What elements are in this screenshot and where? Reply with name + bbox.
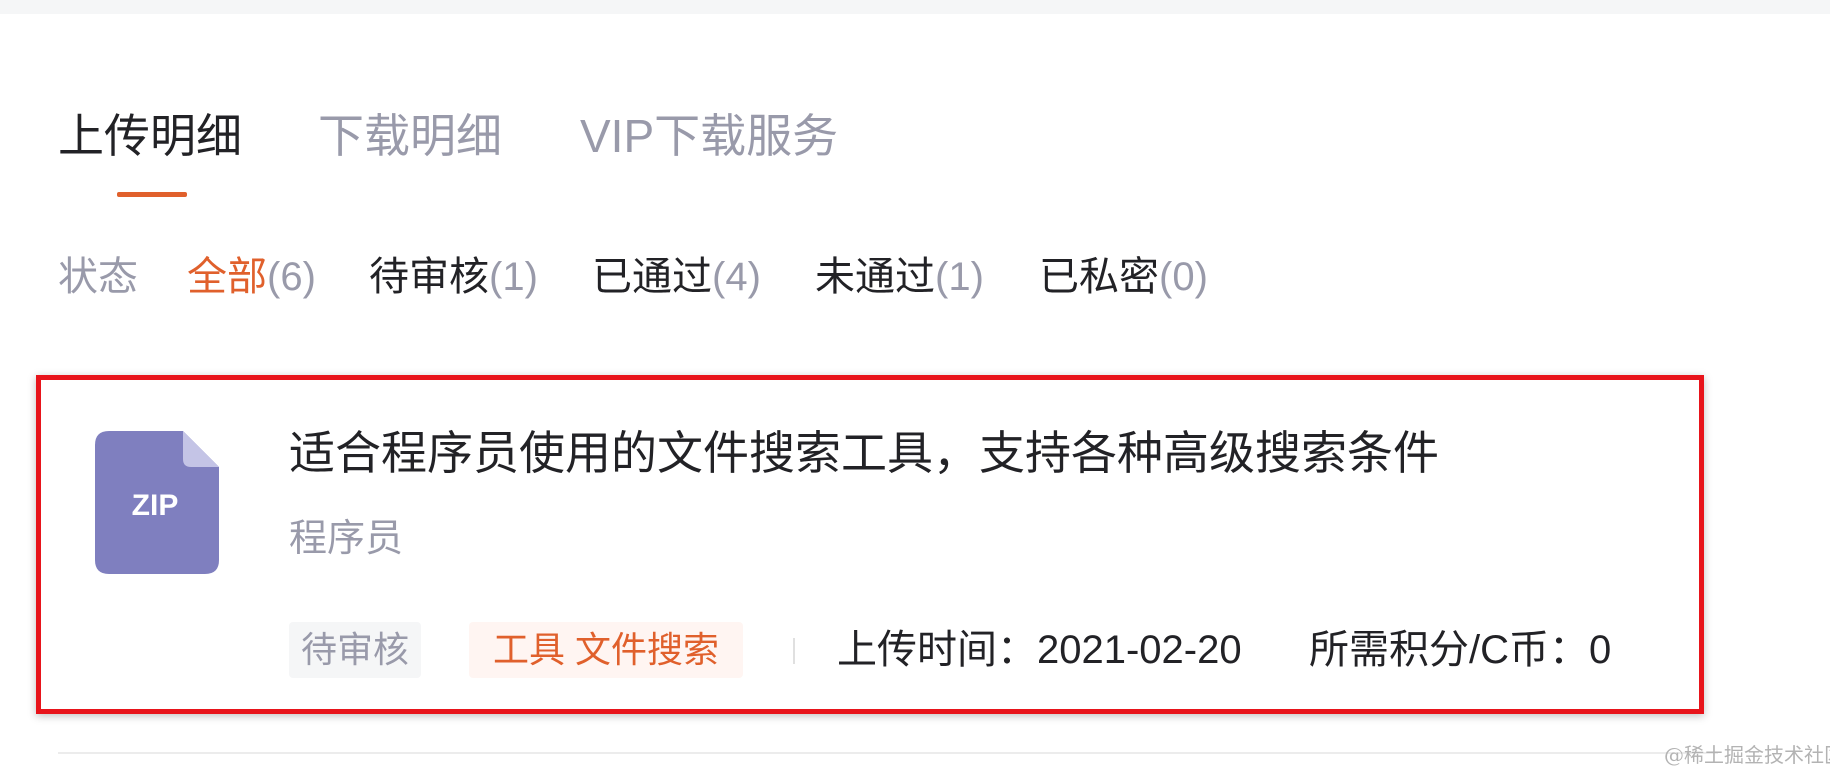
filter-name: 已通过 [592,255,712,299]
meta-divider [793,638,795,664]
tags-badge[interactable]: 工具 文件搜索 [469,622,744,678]
filter-pending[interactable]: 待审核(1) [369,252,538,302]
status-badge: 待审核 [289,622,422,678]
status-filter-label: 状态 [58,255,138,299]
tab-download-details[interactable]: 下载明细 [318,108,502,164]
upload-time: 上传时间：2021-02-20 [837,628,1242,672]
list-divider [58,752,1718,754]
tab-upload-details[interactable]: 上传明细 [58,108,242,164]
filter-count: (0) [1159,255,1208,299]
filter-name: 待审核 [369,255,489,299]
top-strip [0,0,1830,14]
resource-title[interactable]: 适合程序员使用的文件搜索工具，支持各种高级搜索条件 [289,425,1439,481]
zip-icon-label: ZIP [132,489,179,522]
zip-file-icon: ZIP [95,431,219,574]
required-points: 所需积分/C币：0 [1309,628,1612,672]
filter-approved[interactable]: 已通过(4) [592,252,761,302]
filter-all[interactable]: 全部(6) [187,252,316,302]
watermark: @稀土掘金技术社区 [1664,743,1830,767]
active-tab-indicator [117,192,187,197]
filter-name: 已私密 [1039,255,1159,299]
filter-rejected[interactable]: 未通过(1) [815,252,984,302]
resource-card[interactable]: ZIP 适合程序员使用的文件搜索工具，支持各种高级搜索条件 程序员 待审核 工具… [36,375,1704,714]
filter-private[interactable]: 已私密(0) [1039,252,1208,302]
filter-name: 未通过 [815,255,935,299]
filter-count: (6) [267,255,316,299]
resource-category: 程序员 [289,518,404,560]
filter-count: (1) [489,255,538,299]
filter-count: (4) [712,255,761,299]
filter-name: 全部 [187,255,267,299]
filter-count: (1) [935,255,984,299]
tab-vip-download-service[interactable]: VIP下载服务 [580,108,838,164]
